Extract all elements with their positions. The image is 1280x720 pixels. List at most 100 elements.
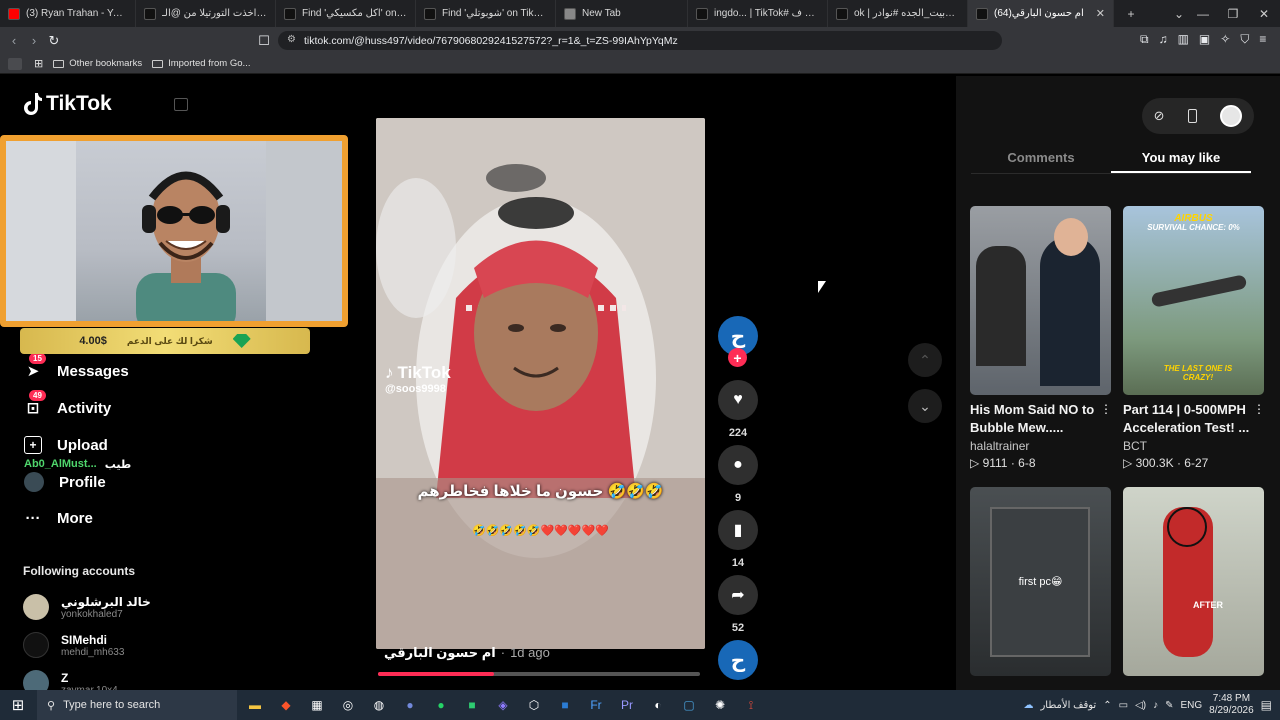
mic-icon[interactable]: ♪	[1153, 700, 1158, 711]
clock[interactable]: 7:48 PM 8/29/2026	[1209, 693, 1254, 717]
following-account[interactable]: SIMehdi mehdi_mh633	[23, 632, 124, 658]
back-icon[interactable]: ‹	[4, 31, 24, 51]
next-video-button[interactable]: ⌄	[908, 389, 942, 423]
explore-icon[interactable]: ⊘	[1154, 108, 1165, 124]
brave-browser-icon[interactable]: ◆	[273, 692, 299, 718]
comment-button[interactable]: ● 9	[716, 445, 760, 504]
sidebar-item-upload[interactable]: + Upload	[24, 436, 108, 454]
tiktok-logo[interactable]: TikTok	[22, 92, 112, 116]
app-icon[interactable]: ⟟	[738, 692, 764, 718]
leo-icon[interactable]: ✧	[1220, 32, 1230, 47]
more-options-icon[interactable]: ⋮	[1253, 402, 1265, 416]
maximize-button[interactable]: ❐	[1218, 0, 1248, 27]
browser-tab[interactable]: Find 'اكل مكسيكي' on TikTok |	[276, 0, 416, 27]
pen-icon[interactable]: ✎	[1165, 700, 1173, 711]
sidebar-item-activity[interactable]: ⊡ 49 Activity	[24, 390, 111, 417]
network-icon[interactable]: ▭	[1119, 700, 1128, 711]
video-author: halaltrainer	[970, 439, 1030, 453]
profile-avatar[interactable]	[1220, 105, 1243, 127]
video-player[interactable]: ♪ TikTok @soos9998 حسون ما خلاها فخاطرهم…	[376, 118, 705, 649]
tab-you-may-like[interactable]: You may like	[1111, 146, 1251, 173]
lang-indicator[interactable]: ENG	[1180, 700, 1202, 711]
browser-tab[interactable]: (64)ام حسون البارقي ✕	[968, 0, 1114, 27]
bookmark-side-icon[interactable]	[8, 57, 22, 70]
browser-tab[interactable]: ingdo... | TikTok# يمللني ف ||	[688, 0, 828, 27]
close-window-button[interactable]: ✕	[1249, 0, 1279, 27]
premiere-icon[interactable]: Pr	[614, 692, 640, 718]
apps-icon[interactable]: ⊞	[34, 57, 43, 70]
video-caption-overlay: حسون ما خلاها فخاطرهم 🤣🤣🤣	[417, 483, 664, 500]
start-button[interactable]: ⊞	[5, 692, 31, 718]
browser-tab[interactable]: ok | منتدى_بيت_الجده #نوادر#	[828, 0, 968, 27]
streamer-webcam	[0, 135, 348, 327]
sidebar-item-more[interactable]: ··· More	[24, 509, 93, 527]
address-bar[interactable]: ⚙ tiktok.com/@huss497/video/767906802924…	[278, 31, 1002, 50]
browser-tab[interactable]: انشيلادا اخذت التورتيلا من @الـ	[136, 0, 276, 27]
menu-icon[interactable]: ≡	[1259, 32, 1266, 47]
send-icon: ➤ 15	[24, 353, 46, 380]
store-icon[interactable]: ▦	[304, 692, 330, 718]
browser-tab[interactable]: New Tab	[556, 0, 688, 27]
outlook-icon[interactable]: ■	[552, 692, 578, 718]
whatsapp-icon[interactable]: ●	[428, 692, 454, 718]
donation-amount: 4.00$	[79, 335, 107, 347]
volume-icon[interactable]: ◁)	[1135, 700, 1146, 711]
minimize-button[interactable]: —	[1188, 0, 1218, 27]
video-progress-bar[interactable]	[378, 672, 700, 676]
author-avatar-button[interactable]: ح +	[716, 316, 760, 367]
recommended-video-card[interactable]: AFTER	[1123, 487, 1264, 676]
tab-favicon-icon	[8, 7, 20, 20]
taskbar-search[interactable]: ⚲ Type here to search	[37, 690, 237, 720]
recommended-video-card[interactable]: AIRBUS SURVIVAL CHANCE: 0% THE LAST ONE …	[1123, 206, 1265, 470]
app-icon[interactable]: ◎	[335, 692, 361, 718]
discord-icon[interactable]: ●	[397, 692, 423, 718]
collapse-sidebar-icon[interactable]	[174, 98, 188, 111]
tab-comments[interactable]: Comments	[971, 146, 1111, 173]
tab-favicon-icon	[144, 7, 156, 20]
device-icon[interactable]	[1187, 109, 1197, 123]
media-icon[interactable]: ♫	[1159, 32, 1168, 47]
video-author[interactable]: ام حسون البارقي	[384, 645, 496, 661]
recommended-video-card[interactable]: His Mom Said NO to Bubble Mew..... halal…	[970, 206, 1112, 470]
reload-icon[interactable]: ↻	[44, 31, 64, 51]
browser-tab[interactable]: (3) Ryan Trahan - YouTube	[0, 0, 136, 27]
vpn-icon[interactable]: ⛉	[1240, 32, 1249, 47]
share-button[interactable]: ➦ 52	[716, 575, 760, 634]
previous-video-button[interactable]: ⌃	[908, 343, 942, 377]
tray-expand-icon[interactable]: ⌃	[1103, 700, 1111, 711]
fresco-icon[interactable]: Fr	[583, 692, 609, 718]
app-icon[interactable]: ◈	[490, 692, 516, 718]
chat-overlay: Ab0_AlMust... طيب	[24, 458, 131, 471]
sidebar-item-messages[interactable]: ➤ 15 Messages	[24, 353, 129, 380]
like-button[interactable]: ♥ 224	[716, 380, 760, 439]
follow-plus-icon[interactable]: +	[728, 348, 747, 367]
app-icon[interactable]: ◐	[645, 692, 671, 718]
save-button[interactable]: ▮ 14	[716, 510, 760, 569]
sidebar-icon[interactable]: ▥	[1178, 32, 1189, 47]
bookmark-other[interactable]: Other bookmarks	[53, 58, 142, 69]
video-thumbnail	[970, 206, 1111, 395]
weather-icon[interactable]: ☁	[1023, 700, 1033, 711]
file-explorer-icon[interactable]: ▬	[242, 692, 268, 718]
following-account[interactable]: خالد البرشلوني yonkokhaled7	[23, 594, 151, 620]
notifications-icon[interactable]: ▤	[1261, 698, 1272, 712]
app-icon[interactable]: ⬡	[521, 692, 547, 718]
wallet-icon[interactable]: ▣	[1199, 32, 1210, 47]
close-tab-icon[interactable]: ✕	[1096, 7, 1105, 20]
new-tab-button[interactable]: +	[1116, 0, 1146, 27]
music-disc-button[interactable]: ح	[716, 640, 760, 680]
app-icon[interactable]: ✺	[707, 692, 733, 718]
weather-text[interactable]: توقف الأمطار	[1040, 700, 1096, 711]
app-icon[interactable]: ■	[459, 692, 485, 718]
sidebar-item-profile[interactable]: Profile	[24, 472, 106, 492]
app-icon[interactable]: ▢	[676, 692, 702, 718]
bookmark-icon[interactable]: ☐	[254, 31, 274, 51]
bookmark-imported[interactable]: Imported from Go...	[152, 58, 250, 69]
steam-icon[interactable]: ◍	[366, 692, 392, 718]
extensions-icon[interactable]: ⧉	[1140, 32, 1149, 47]
recommended-video-card[interactable]: first pc😁	[970, 487, 1111, 676]
more-options-icon[interactable]: ⋮	[1100, 402, 1112, 416]
forward-icon[interactable]: ›	[24, 31, 44, 51]
site-info-icon[interactable]: ⚙	[287, 34, 296, 45]
browser-tab[interactable]: Find 'شوبوتلي' on TikTok | Tik	[416, 0, 556, 27]
